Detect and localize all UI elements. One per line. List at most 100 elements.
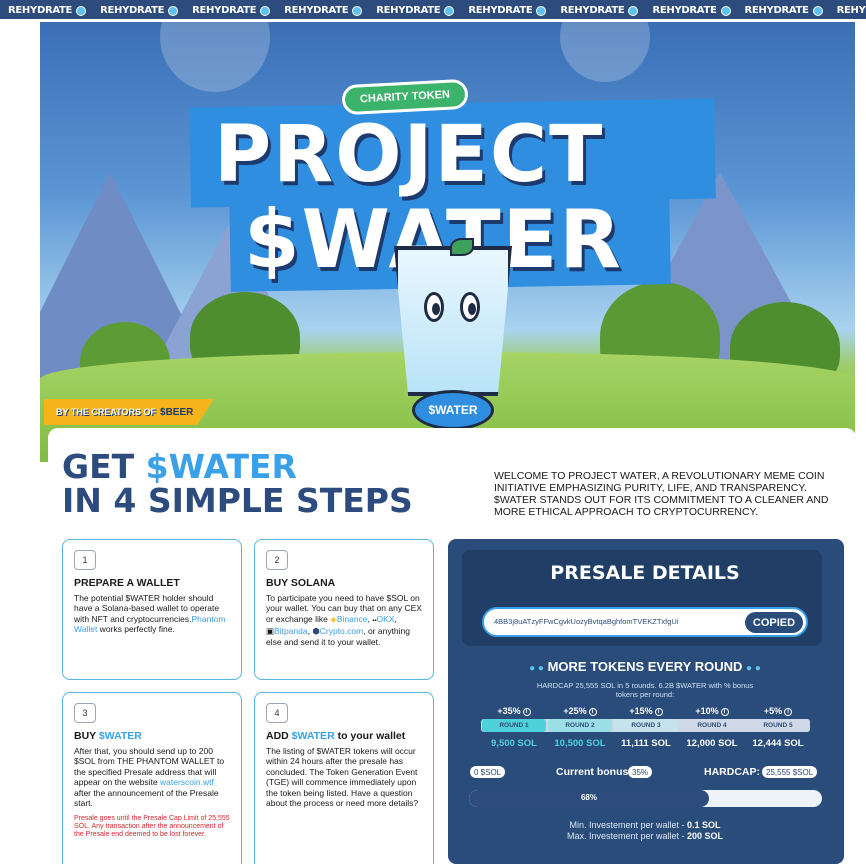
presale-warning: Presale goes until the Presale Cap Limit… bbox=[74, 814, 230, 838]
round-bonus-value: +5% bbox=[763, 706, 783, 716]
round-2-tab: ROUND 2 bbox=[548, 719, 612, 732]
bitpanda-link[interactable]: Bitpanda bbox=[274, 626, 308, 636]
water-drop-icon bbox=[76, 5, 87, 16]
step-number: 3 bbox=[74, 703, 96, 723]
water-drop-icon bbox=[628, 5, 639, 16]
step-number: 4 bbox=[266, 703, 288, 723]
presale-address-text[interactable]: 4BB3j8uATzyFFwCgvkUozyBvtqaBghfomTVEKZTx… bbox=[494, 617, 679, 626]
ticker-item: REHYDRATE bbox=[652, 1, 731, 19]
moon-shape bbox=[560, 22, 650, 82]
round-sol-amount: 9,500 SOL bbox=[491, 738, 537, 749]
ticker-label: REHYDRATE bbox=[192, 5, 257, 16]
ticker-item: REHYDRATE bbox=[376, 1, 455, 19]
ticker-label: REHYDRATE bbox=[468, 5, 533, 16]
step-title: BUY SOLANA bbox=[266, 577, 336, 589]
info-icon[interactable]: i bbox=[784, 707, 793, 716]
heading-steps: IN 4 SIMPLE STEPS bbox=[62, 481, 413, 520]
cryptocom-icon: ⬢ bbox=[312, 626, 320, 636]
water-glass-mascot: $WATER bbox=[388, 238, 518, 435]
heading-get: GET $WATER bbox=[62, 450, 297, 484]
round-bonus: +15% i bbox=[614, 706, 678, 716]
beer-logo: $BEER bbox=[160, 406, 194, 418]
mint-leaf-icon bbox=[450, 238, 474, 256]
step-title: PREPARE A WALLET bbox=[74, 577, 180, 589]
ticker-label: REHYDRATE bbox=[836, 5, 866, 16]
ticker-item: REHYDRATE bbox=[468, 1, 547, 19]
round-bonus-value: +35% bbox=[497, 706, 521, 716]
drops-icon: ● ● bbox=[746, 663, 761, 674]
water-drop-icon bbox=[444, 5, 455, 16]
info-icon[interactable]: i bbox=[588, 707, 597, 716]
ticker-item: REHYDRATE bbox=[837, 1, 866, 19]
info-icon[interactable]: i bbox=[654, 707, 663, 716]
round-bonus: +25% i bbox=[548, 706, 612, 716]
more-tokens-title: MORE TOKENS EVERY ROUND bbox=[547, 659, 743, 674]
round-5-tab: ROUND 5 bbox=[746, 719, 810, 732]
hero-title-project: PROJECT bbox=[214, 110, 605, 200]
step-number: 2 bbox=[266, 550, 288, 570]
ticker-item: REHYDRATE bbox=[100, 1, 179, 19]
step-title-part: ADD bbox=[266, 730, 292, 742]
max-investment-label: Max. Investement per wallet - bbox=[566, 831, 687, 841]
ticker-label: REHYDRATE bbox=[652, 5, 717, 16]
mascot-eye-right bbox=[460, 292, 480, 322]
round-bonus: +35% i bbox=[482, 706, 546, 716]
step-title-token: $WATER bbox=[98, 730, 142, 742]
okx-link[interactable]: OKX bbox=[377, 614, 395, 624]
bitpanda-icon: ▣ bbox=[266, 626, 275, 636]
step-card-2: 2 BUY SOLANA To participate you need to … bbox=[254, 539, 434, 680]
hardcap-label: HARDCAP: bbox=[704, 766, 760, 778]
presale-title: PRESALE DETAILS bbox=[550, 562, 740, 584]
water-drop-icon bbox=[352, 5, 363, 16]
creators-ribbon: BY THE CREATORS OF $BEER bbox=[44, 399, 214, 425]
min-investment-label: Min. Investement per wallet - bbox=[569, 820, 688, 830]
step-text: The potential $WATER holder should have … bbox=[74, 593, 230, 635]
presale-progress-label: 68% bbox=[580, 793, 597, 802]
round-sol-amount: 11,111 SOL bbox=[621, 738, 671, 749]
step-title-token: $WATER bbox=[291, 730, 335, 742]
intro-text: WELCOME TO PROJECT WATER, A REVOLUTIONAR… bbox=[494, 470, 829, 518]
ticker-label: REHYDRATE bbox=[560, 5, 625, 16]
moon-shape bbox=[160, 22, 270, 92]
round-sol-amount: 10,500 SOL bbox=[554, 738, 606, 749]
more-tokens-heading: ● ● MORE TOKENS EVERY ROUND ● ● bbox=[462, 659, 828, 674]
ticker-label: REHYDRATE bbox=[100, 5, 165, 16]
ticker-label: REHYDRATE bbox=[8, 5, 73, 16]
cryptocom-link[interactable]: Crypto.com bbox=[320, 626, 363, 636]
step-card-3: 3 BUY $WATER After that, you should send… bbox=[62, 692, 242, 864]
max-investment-value: 200 SOL bbox=[687, 831, 724, 841]
water-drop-icon bbox=[260, 5, 271, 16]
round-sol-amount: 12,000 SOL bbox=[686, 738, 738, 749]
step-text-part: works perfectly fine. bbox=[97, 624, 175, 634]
binance-link[interactable]: Binance bbox=[337, 614, 368, 624]
step-card-4: 4 ADD $WATER to your wallet The listing … bbox=[254, 692, 434, 864]
copy-address-button[interactable]: COPIED bbox=[745, 612, 803, 633]
round-bonus-value: +10% bbox=[695, 706, 719, 716]
water-drop-icon bbox=[168, 5, 179, 16]
step-text: The listing of $WATER tokens will occur … bbox=[266, 745, 419, 809]
hardcap-note: HARDCAP 25,555 SOL in 5 rounds. 6.2B $WA… bbox=[536, 681, 754, 699]
ticker-label: REHYDRATE bbox=[376, 5, 441, 16]
hardcap-pill: 25,555 $SOL bbox=[762, 766, 818, 778]
min-investment-value: 0.1 SOL bbox=[687, 820, 721, 830]
drops-icon: ● ● bbox=[529, 663, 544, 674]
info-icon[interactable]: i bbox=[522, 707, 531, 716]
creators-prefix: BY THE CREATORS OF bbox=[56, 407, 157, 417]
ticker-label: REHYDRATE bbox=[744, 5, 809, 16]
step-text-part: after the announcement of the Presale st… bbox=[74, 787, 219, 809]
step-number: 1 bbox=[74, 550, 96, 570]
water-drop-icon bbox=[536, 5, 547, 16]
min-investment: Min. Investement per wallet - 0.1 SOL bbox=[470, 820, 820, 830]
website-link[interactable]: waterscoin.wtf bbox=[160, 777, 214, 787]
step-text: To participate you need to have $SOL on … bbox=[266, 592, 422, 647]
round-bonus: +10% i bbox=[680, 706, 744, 716]
step-card-1: 1 PREPARE A WALLET The potential $WATER … bbox=[62, 539, 242, 680]
round-1-tab: ROUND 1 bbox=[482, 719, 546, 732]
info-icon[interactable]: i bbox=[720, 707, 729, 716]
round-3-tab: ROUND 3 bbox=[614, 719, 678, 732]
round-sol-amount: 12,444 SOL bbox=[752, 738, 804, 749]
water-drop-icon bbox=[812, 5, 823, 16]
round-bonus-value: +25% bbox=[563, 706, 587, 716]
ticker-item: REHYDRATE bbox=[192, 1, 271, 19]
raised-amount-pill: 0 $SOL bbox=[470, 766, 506, 778]
